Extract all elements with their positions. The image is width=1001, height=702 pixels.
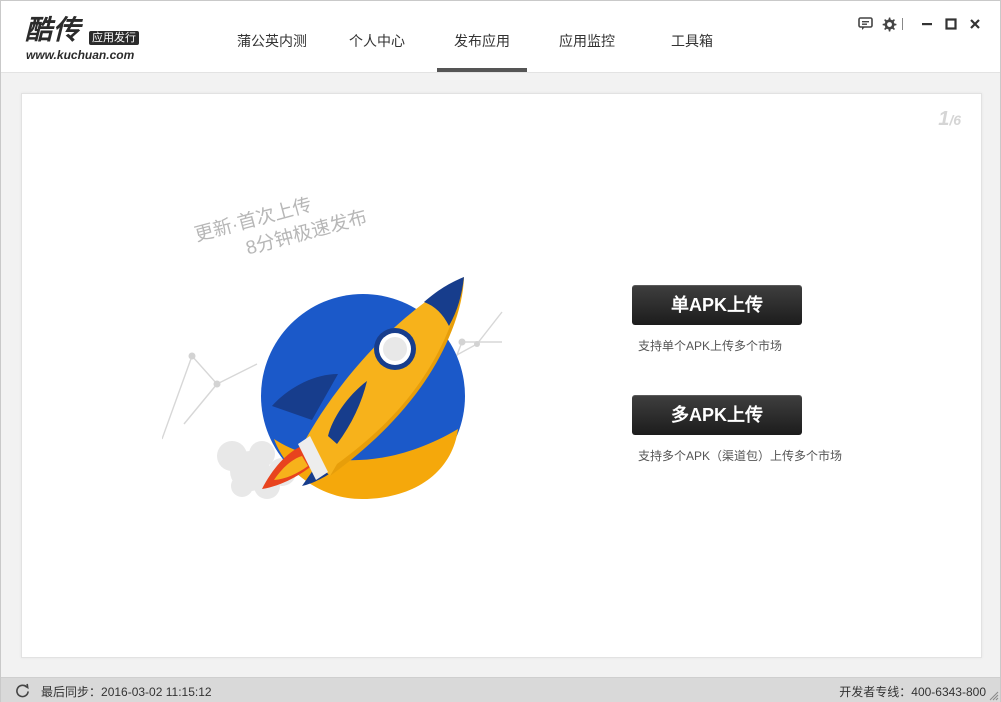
- refresh-icon[interactable]: [15, 683, 30, 698]
- logo-badge: 应用发行: [89, 31, 139, 45]
- multi-apk-description: 支持多个APK（渠道包）上传多个市场: [638, 449, 843, 463]
- page-current: 1: [938, 108, 950, 130]
- page-total: 6: [953, 112, 961, 128]
- last-sync: 最后同步：2016-03-02 11:15:12: [41, 683, 212, 700]
- single-apk-description: 支持单个APK上传多个市场: [638, 339, 783, 353]
- maximize-icon[interactable]: [942, 15, 960, 33]
- developer-hotline: 开发者专线：400-6343-800: [839, 683, 986, 700]
- controls-divider: [900, 15, 906, 33]
- page-indicator: 1/6: [938, 108, 961, 131]
- resize-grip-icon[interactable]: [989, 691, 999, 701]
- nav-tab-app-monitor[interactable]: 应用监控: [537, 1, 637, 73]
- gear-icon[interactable]: [880, 15, 898, 33]
- close-icon[interactable]: [966, 15, 984, 33]
- status-bar: 最后同步：2016-03-02 11:15:12 开发者专线：400-6343-…: [1, 677, 1000, 702]
- window-controls: [856, 15, 986, 35]
- last-sync-time: 2016-03-02 11:15:12: [101, 685, 212, 699]
- logo-url: www.kuchuan.com: [26, 48, 135, 62]
- header-bar: 酷传 应用发行 www.kuchuan.com 蒲公英内测 个人中心 发布应用 …: [1, 1, 1000, 73]
- minimize-icon[interactable]: [918, 15, 936, 33]
- feedback-icon[interactable]: [856, 15, 874, 33]
- hotline-label: 开发者专线：: [839, 685, 912, 699]
- nav-tab-personal-center[interactable]: 个人中心: [327, 1, 427, 73]
- app-logo: 酷传 应用发行 www.kuchuan.com: [25, 15, 145, 65]
- single-apk-upload-button[interactable]: 单APK上传: [632, 285, 802, 325]
- nav-tab-publish-app[interactable]: 发布应用: [437, 1, 527, 73]
- last-sync-label: 最后同步：: [41, 685, 102, 699]
- hotline-number: 400-6343-800: [911, 685, 986, 699]
- nav-tab-toolbox[interactable]: 工具箱: [647, 1, 737, 73]
- nav-tab-pgyer-beta[interactable]: 蒲公英内测: [217, 1, 327, 73]
- publish-panel: 1/6 更新·首次上传 8分钟极速发布 单APK上传 支持单个APK上传多个市场…: [21, 93, 982, 658]
- multi-apk-upload-button[interactable]: 多APK上传: [632, 395, 802, 435]
- app-window: 酷传 应用发行 www.kuchuan.com 蒲公英内测 个人中心 发布应用 …: [0, 0, 1001, 702]
- logo-main-text: 酷传: [25, 15, 81, 46]
